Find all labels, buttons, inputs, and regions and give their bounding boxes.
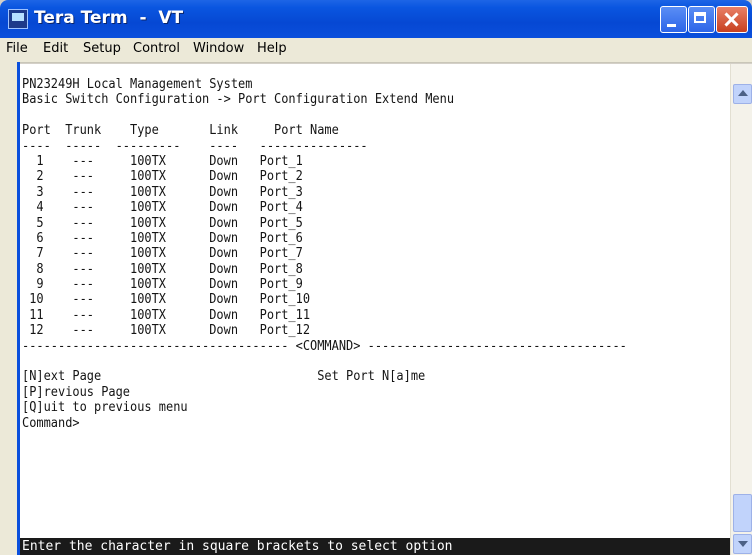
menu-edit[interactable]: Edit (43, 41, 68, 56)
menu-bar: File Edit Setup Control Window Help (0, 38, 752, 63)
terminal-line: PN23249H Local Management System (22, 77, 253, 92)
menu-help[interactable]: Help (257, 41, 287, 56)
terminal-line: 12 --- 100TX Down Port_12 (22, 323, 311, 339)
minimize-icon[interactable] (660, 6, 687, 33)
terminal-line: 7 --- 100TX Down Port_7 (22, 246, 303, 262)
terminal-line: 4 --- 100TX Down Port_4 (22, 200, 303, 216)
maximize-icon[interactable] (688, 6, 715, 33)
title-bar[interactable]: Tera Term - VT (0, 0, 752, 38)
terminal-screen[interactable]: PN23249H Local Management System Basic Sw… (20, 64, 730, 538)
terminal-line: [Q]uit to previous menu (22, 400, 188, 416)
terminal-line: 6 --- 100TX Down Port_6 (22, 230, 303, 246)
menu-setup[interactable]: Setup (83, 41, 121, 56)
window-title: Tera Term - VT (34, 8, 184, 28)
vertical-scrollbar[interactable] (730, 64, 752, 555)
terminal-line: 3 --- 100TX Down Port_3 (22, 184, 303, 200)
terminal-line: Command> (22, 415, 80, 431)
terminal-line: Basic Switch Configuration -> Port Confi… (22, 92, 455, 108)
menu-window[interactable]: Window (193, 41, 244, 56)
app-icon (8, 9, 28, 29)
terminal-line: [N]ext Page Set Port N[a]me (22, 369, 426, 385)
terminal-line: 11 --- 100TX Down Port_11 (22, 307, 311, 323)
scroll-down-icon[interactable] (733, 534, 752, 554)
scroll-thumb[interactable] (733, 494, 752, 532)
terminal-line: 9 --- 100TX Down Port_9 (22, 277, 303, 293)
terminal-line: 8 --- 100TX Down Port_8 (22, 261, 303, 277)
close-icon[interactable] (716, 6, 748, 33)
tera-term-window: Tera Term - VT File Edit Setup Control W… (0, 0, 752, 555)
terminal-line: ---- ----- --------- ---- --------------… (22, 138, 368, 154)
terminal-line: 2 --- 100TX Down Port_2 (22, 169, 303, 185)
terminal-line: 5 --- 100TX Down Port_5 (22, 215, 303, 231)
terminal-line: Port Trunk Type Link Port Name (22, 123, 339, 139)
terminal-line: [P]revious Page (22, 384, 131, 400)
menu-file[interactable]: File (6, 41, 28, 56)
terminal-line: 10 --- 100TX Down Port_10 (22, 292, 311, 308)
window-border (0, 62, 20, 555)
terminal-status-line: Enter the character in square brackets t… (20, 538, 730, 555)
terminal-line: 1 --- 100TX Down Port_1 (22, 153, 303, 169)
terminal-text: PN23249H Local Management System Basic Sw… (22, 77, 627, 431)
scroll-up-icon[interactable] (733, 84, 752, 104)
terminal-line: ------------------------------------- <C… (22, 338, 627, 354)
menu-control[interactable]: Control (133, 41, 180, 56)
